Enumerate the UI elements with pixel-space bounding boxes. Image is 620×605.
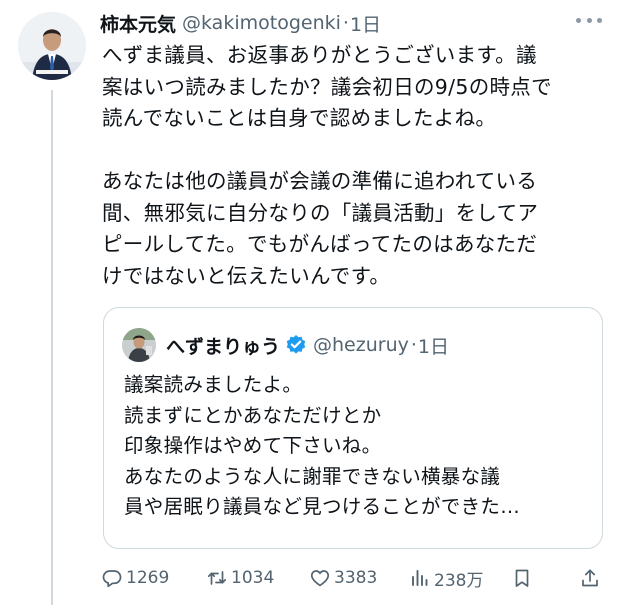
more-dots-icon[interactable]: [576, 10, 602, 30]
repost-count: 1034: [231, 568, 275, 588]
share-icon: [582, 569, 598, 587]
bookmark-button[interactable]: [512, 564, 536, 592]
quoted-author-name: へずまりゅう: [166, 335, 281, 358]
post-header: 柿本元気 @kakimotogenki · 1日: [100, 8, 381, 38]
bookmark-icon: [515, 569, 529, 587]
quoted-post[interactable]: へずまりゅう @hezuruy · 1日 議案読みましたよ。 読まずにとかあなた…: [103, 307, 603, 549]
post-body: へずま議員、お返事ありがとうございます。議 案はいつ読みましたか？議会初日の9/…: [102, 43, 552, 288]
like-icon: [310, 570, 330, 587]
repost-icon: [207, 571, 227, 585]
view-count: 238万: [434, 570, 484, 591]
reply-icon: [102, 570, 122, 588]
quoted-post-time: 1日: [417, 335, 450, 358]
action-bar: 1269 1034 3383 238万: [100, 564, 605, 592]
author-handle[interactable]: @kakimotogenki: [182, 12, 341, 34]
share-button[interactable]: [580, 564, 604, 592]
like-button[interactable]: 3383: [310, 564, 377, 592]
author-name[interactable]: 柿本元気: [100, 10, 176, 37]
reply-count: 1269: [126, 568, 170, 588]
quoted-author-avatar: [122, 328, 156, 362]
quoted-post-header: へずまりゅう @hezuruy · 1日: [122, 328, 449, 362]
views-icon: [412, 570, 428, 586]
views-button[interactable]: 238万: [410, 564, 483, 592]
quoted-time-separator: ·: [410, 334, 417, 356]
post-time[interactable]: 1日: [350, 10, 381, 37]
time-separator: ·: [342, 12, 349, 34]
quoted-post-body: 議案読みましたよ。 読まずにとかあなただけとか 印象操作はやめて下さいね。 あな…: [124, 373, 521, 518]
verified-badge-icon: [286, 335, 306, 354]
thread-line: [51, 90, 53, 605]
quoted-author-handle: @hezuruy: [313, 334, 409, 356]
author-avatar[interactable]: [18, 12, 86, 80]
reply-button[interactable]: 1269: [102, 564, 169, 592]
like-count: 3383: [334, 568, 378, 588]
repost-button[interactable]: 1034: [207, 564, 274, 592]
